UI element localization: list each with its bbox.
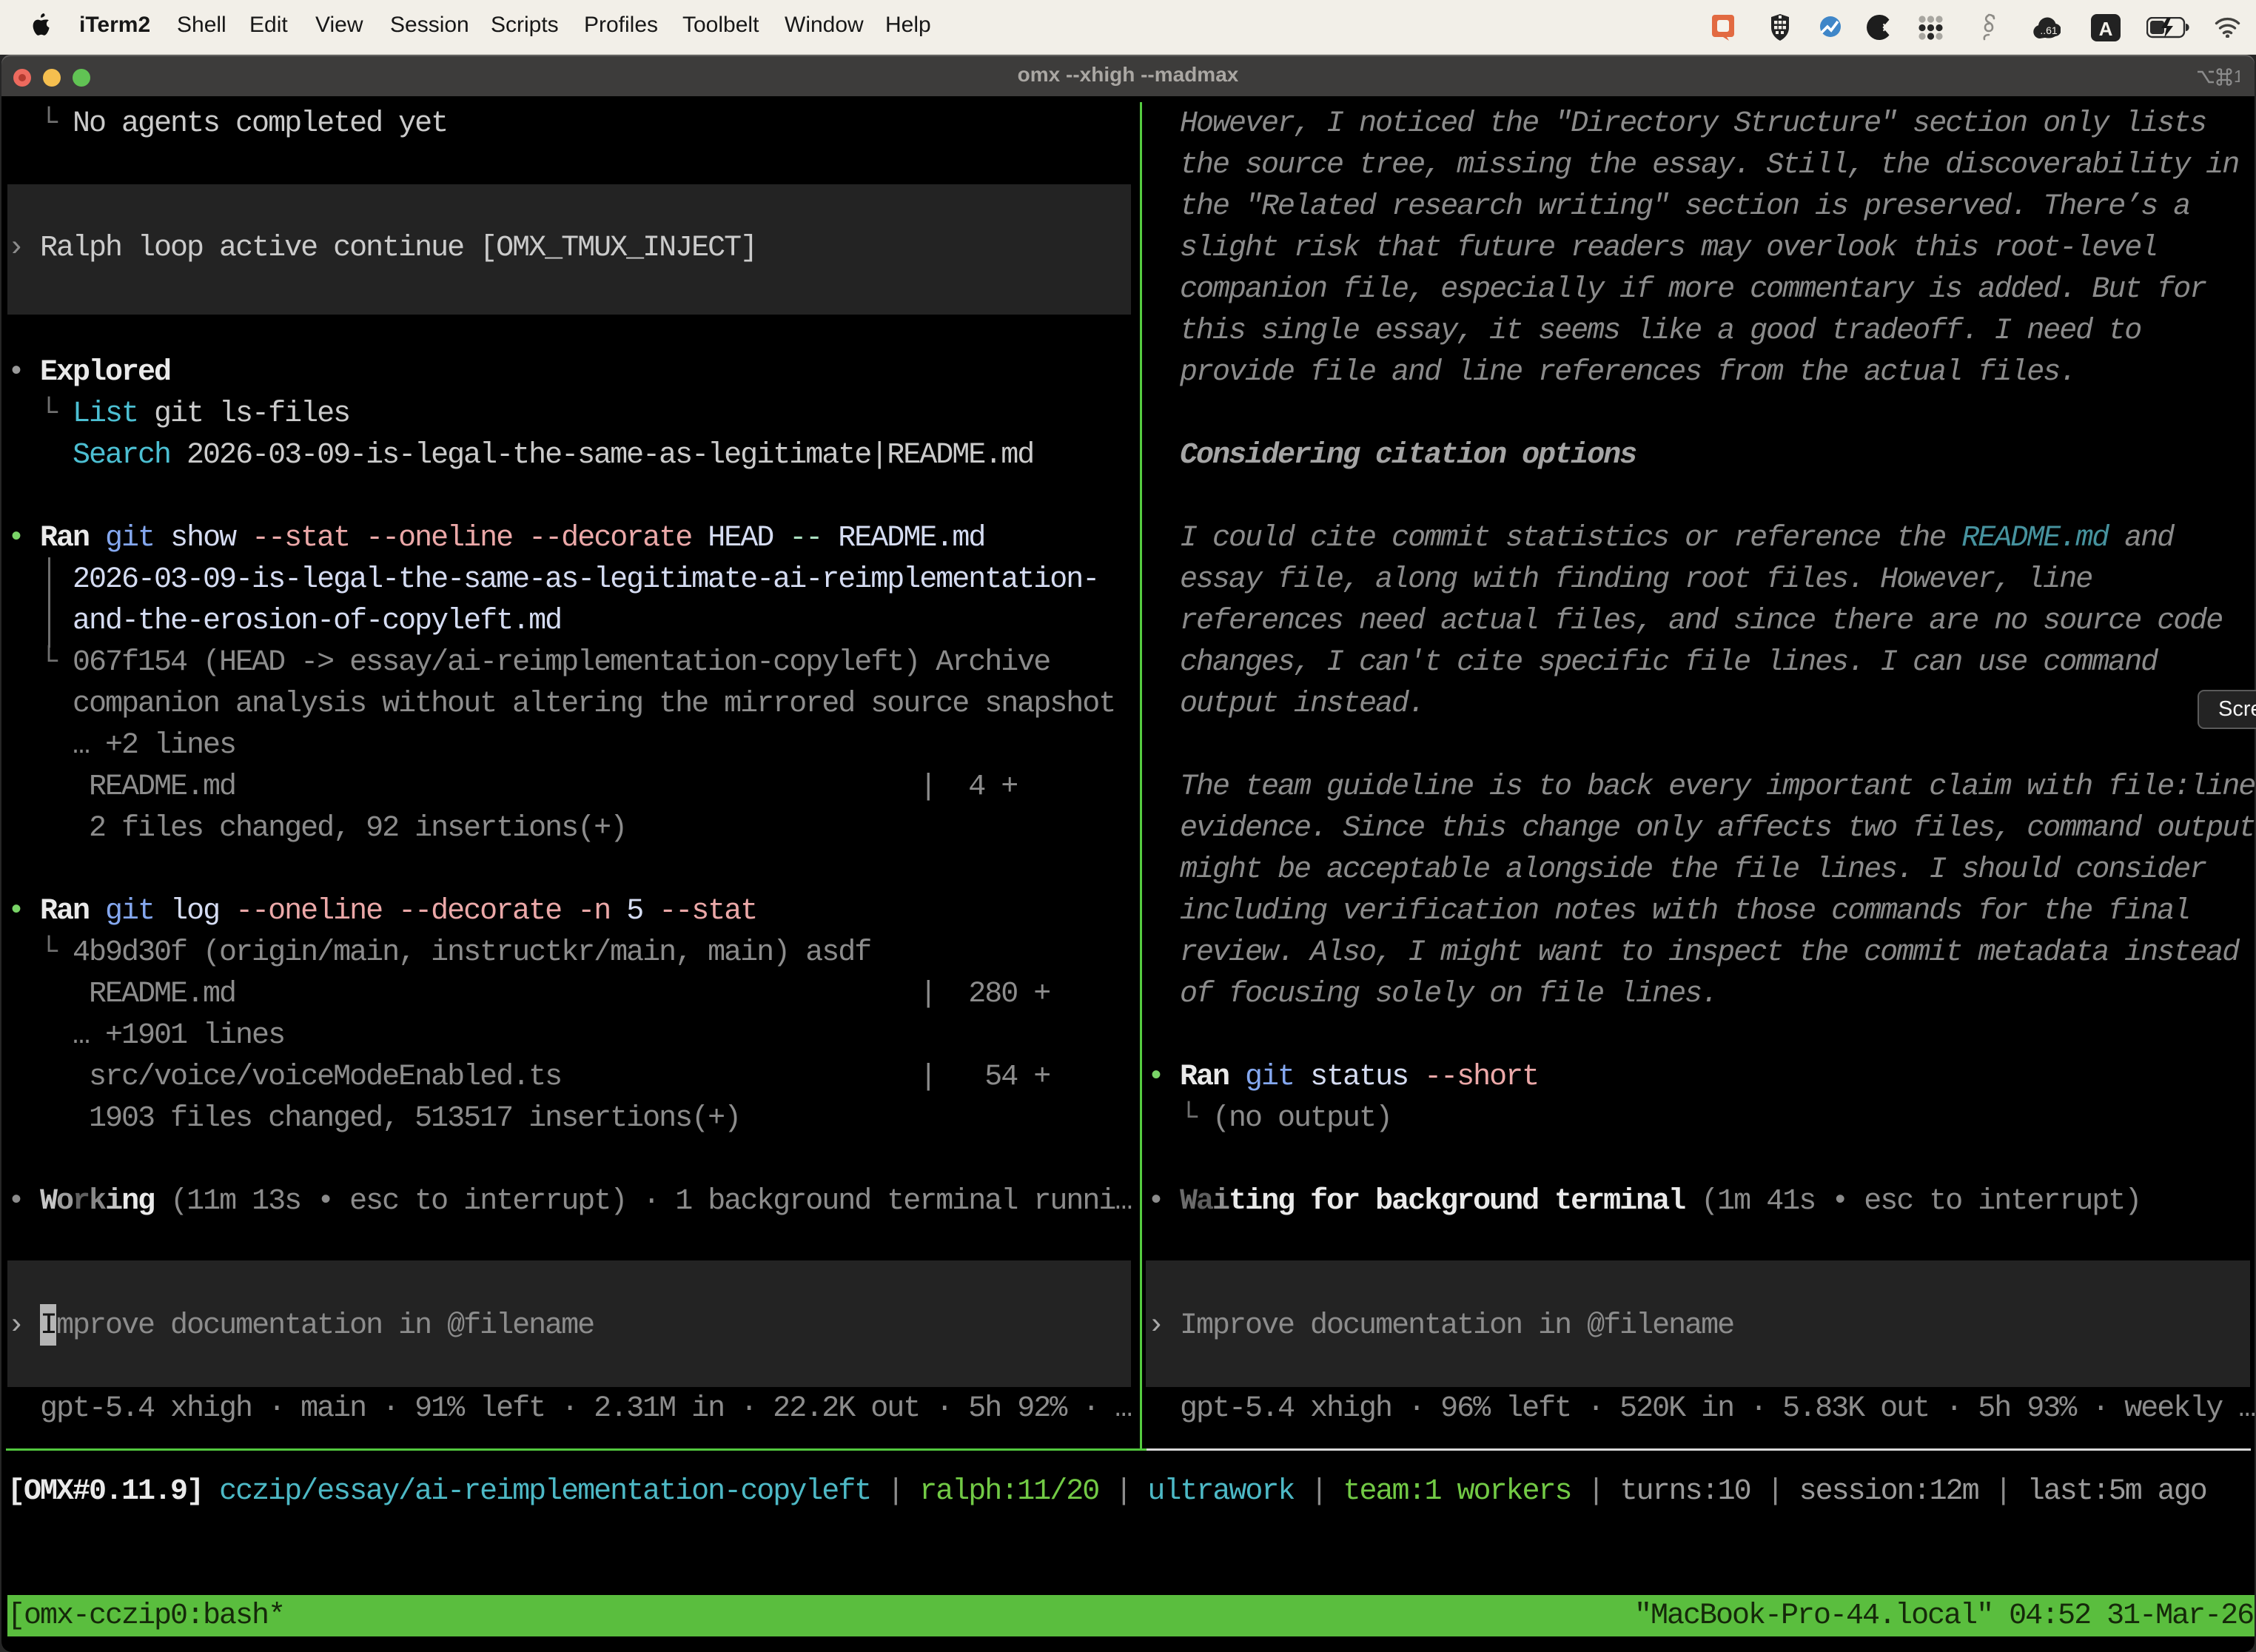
svg-text:..61: ..61: [2040, 24, 2058, 36]
svg-text:1: 1: [2234, 67, 2240, 86]
